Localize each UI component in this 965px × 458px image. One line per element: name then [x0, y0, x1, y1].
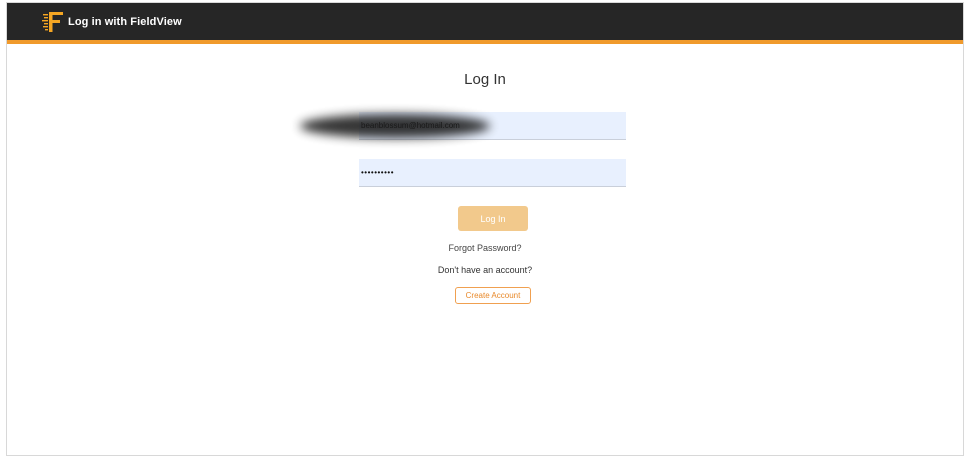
no-account-text: Don't have an account? — [437, 265, 533, 275]
page-title: Log In — [464, 71, 506, 88]
top-bar: Log in with FieldView — [7, 3, 963, 44]
login-window: Log in with FieldView Log In Log In Forg… — [6, 2, 964, 456]
create-account-button[interactable]: Create Account — [455, 287, 531, 304]
login-button[interactable]: Log In — [458, 206, 528, 231]
password-field[interactable] — [359, 159, 626, 187]
email-field[interactable] — [359, 112, 626, 140]
forgot-password-label[interactable]: Forgot Password? — [448, 243, 521, 253]
forgot-password-link[interactable]: Forgot Password? — [7, 243, 963, 253]
app-title: Log in with FieldView — [68, 16, 182, 28]
fieldview-logo-icon — [42, 10, 66, 34]
